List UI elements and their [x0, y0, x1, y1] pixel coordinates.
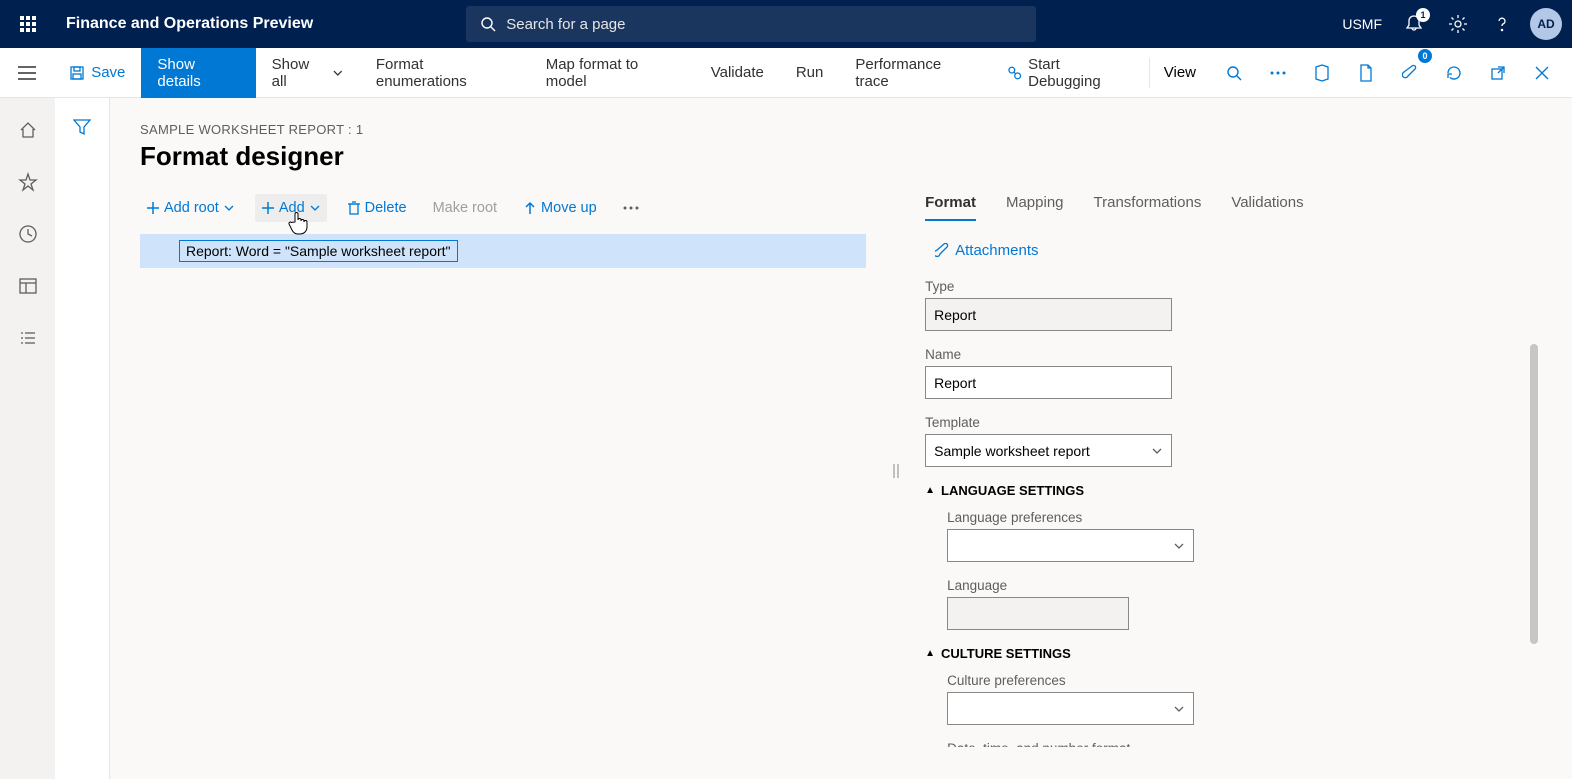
culture-pref-select[interactable] [947, 692, 1194, 725]
search-input[interactable]: Search for a page [466, 6, 1036, 42]
show-all-button[interactable]: Show all [256, 48, 360, 98]
delete-button[interactable]: Delete [341, 194, 413, 222]
language-field [947, 597, 1129, 630]
chevron-down-icon [223, 202, 235, 214]
template-label: Template [925, 415, 1514, 430]
page-title: Format designer [140, 141, 1542, 172]
paperclip-icon [935, 243, 949, 259]
details-tabs: Format Mapping Transformations Validatio… [925, 194, 1514, 222]
tab-transformations[interactable]: Transformations [1094, 194, 1202, 221]
refresh-icon[interactable] [1434, 53, 1474, 93]
recent-icon[interactable] [16, 222, 40, 246]
save-button[interactable]: Save [53, 48, 141, 98]
tab-mapping[interactable]: Mapping [1006, 194, 1064, 221]
run-button[interactable]: Run [780, 48, 840, 98]
nav-toggle-icon[interactable] [0, 66, 53, 80]
workspaces-icon[interactable] [16, 274, 40, 298]
search-icon[interactable] [1214, 53, 1254, 93]
start-debugging-button[interactable]: Start Debugging [991, 48, 1149, 98]
favorites-icon[interactable] [16, 170, 40, 194]
culture-pref-label: Culture preferences [947, 673, 1514, 688]
lang-pref-label: Language preferences [947, 510, 1514, 525]
filter-column [55, 98, 110, 779]
tab-format[interactable]: Format [925, 194, 976, 221]
type-field [925, 298, 1172, 331]
type-label: Type [925, 279, 1514, 294]
validate-button[interactable]: Validate [695, 48, 780, 98]
help-icon[interactable] [1484, 6, 1520, 42]
app-title: Finance and Operations Preview [66, 15, 313, 33]
top-header: Finance and Operations Preview Search fo… [0, 0, 1572, 48]
lang-pref-select[interactable] [947, 529, 1194, 562]
chevron-down-icon [1173, 540, 1185, 552]
splitter-handle[interactable] [890, 194, 901, 747]
modules-icon[interactable] [16, 326, 40, 350]
tree-node-label: Report: Word = "Sample worksheet report" [179, 240, 458, 262]
tree-more-icon[interactable] [617, 200, 645, 216]
collapse-icon: ▲ [925, 485, 935, 496]
details-pane: Format Mapping Transformations Validatio… [925, 194, 1542, 747]
tab-validations[interactable]: Validations [1231, 194, 1303, 221]
search-placeholder: Search for a page [506, 16, 625, 33]
breadcrumb: SAMPLE WORKSHEET REPORT : 1 [140, 122, 1542, 137]
search-icon [480, 16, 496, 32]
chevron-down-icon [1173, 703, 1185, 715]
close-icon[interactable] [1522, 53, 1562, 93]
map-format-button[interactable]: Map format to model [530, 48, 695, 98]
template-select[interactable]: Sample worksheet report [925, 434, 1172, 467]
add-button[interactable]: Add [255, 194, 327, 222]
language-settings-header[interactable]: ▲ LANGUAGE SETTINGS [925, 483, 1514, 498]
make-root-button: Make root [427, 194, 503, 222]
attachments-link[interactable]: Attachments [935, 242, 1514, 259]
attachments-badge: 0 [1418, 49, 1432, 63]
notification-badge: 1 [1416, 8, 1430, 22]
scrollbar[interactable] [1530, 344, 1538, 644]
tree-pane: Add root Add Delete Make root Mov [140, 194, 866, 747]
popout-icon[interactable] [1478, 53, 1518, 93]
attachments-icon[interactable]: 0 [1390, 53, 1430, 93]
name-field[interactable] [925, 366, 1172, 399]
tree-node[interactable]: Report: Word = "Sample worksheet report" [140, 234, 866, 268]
more-icon[interactable] [1258, 53, 1298, 93]
left-nav-rail [0, 98, 55, 779]
company-label[interactable]: USMF [1342, 16, 1382, 32]
document-icon[interactable] [1346, 53, 1386, 93]
main-content: SAMPLE WORKSHEET REPORT : 1 Format desig… [110, 98, 1572, 779]
notifications-icon[interactable]: 1 [1396, 6, 1432, 42]
view-button[interactable]: View [1149, 58, 1210, 88]
chevron-down-icon [332, 67, 344, 79]
filter-icon[interactable] [73, 118, 91, 779]
home-icon[interactable] [16, 118, 40, 142]
name-label: Name [925, 347, 1514, 362]
add-root-button[interactable]: Add root [140, 194, 241, 222]
language-label: Language [947, 578, 1514, 593]
chevron-down-icon [1151, 445, 1163, 457]
performance-trace-button[interactable]: Performance trace [839, 48, 990, 98]
show-details-button[interactable]: Show details [141, 48, 255, 98]
datefmt-label: Date, time, and number format [947, 741, 1514, 747]
culture-settings-header[interactable]: ▲ CULTURE SETTINGS [925, 646, 1514, 661]
app-launcher-icon[interactable] [8, 4, 48, 44]
chevron-down-icon [309, 202, 321, 214]
collapse-icon: ▲ [925, 648, 935, 659]
format-enumerations-button[interactable]: Format enumerations [360, 48, 530, 98]
user-avatar[interactable]: AD [1528, 6, 1564, 42]
office-icon[interactable] [1302, 53, 1342, 93]
settings-icon[interactable] [1440, 6, 1476, 42]
move-up-button[interactable]: Move up [517, 194, 603, 222]
command-bar: Save Show details Show all Format enumer… [0, 48, 1572, 98]
